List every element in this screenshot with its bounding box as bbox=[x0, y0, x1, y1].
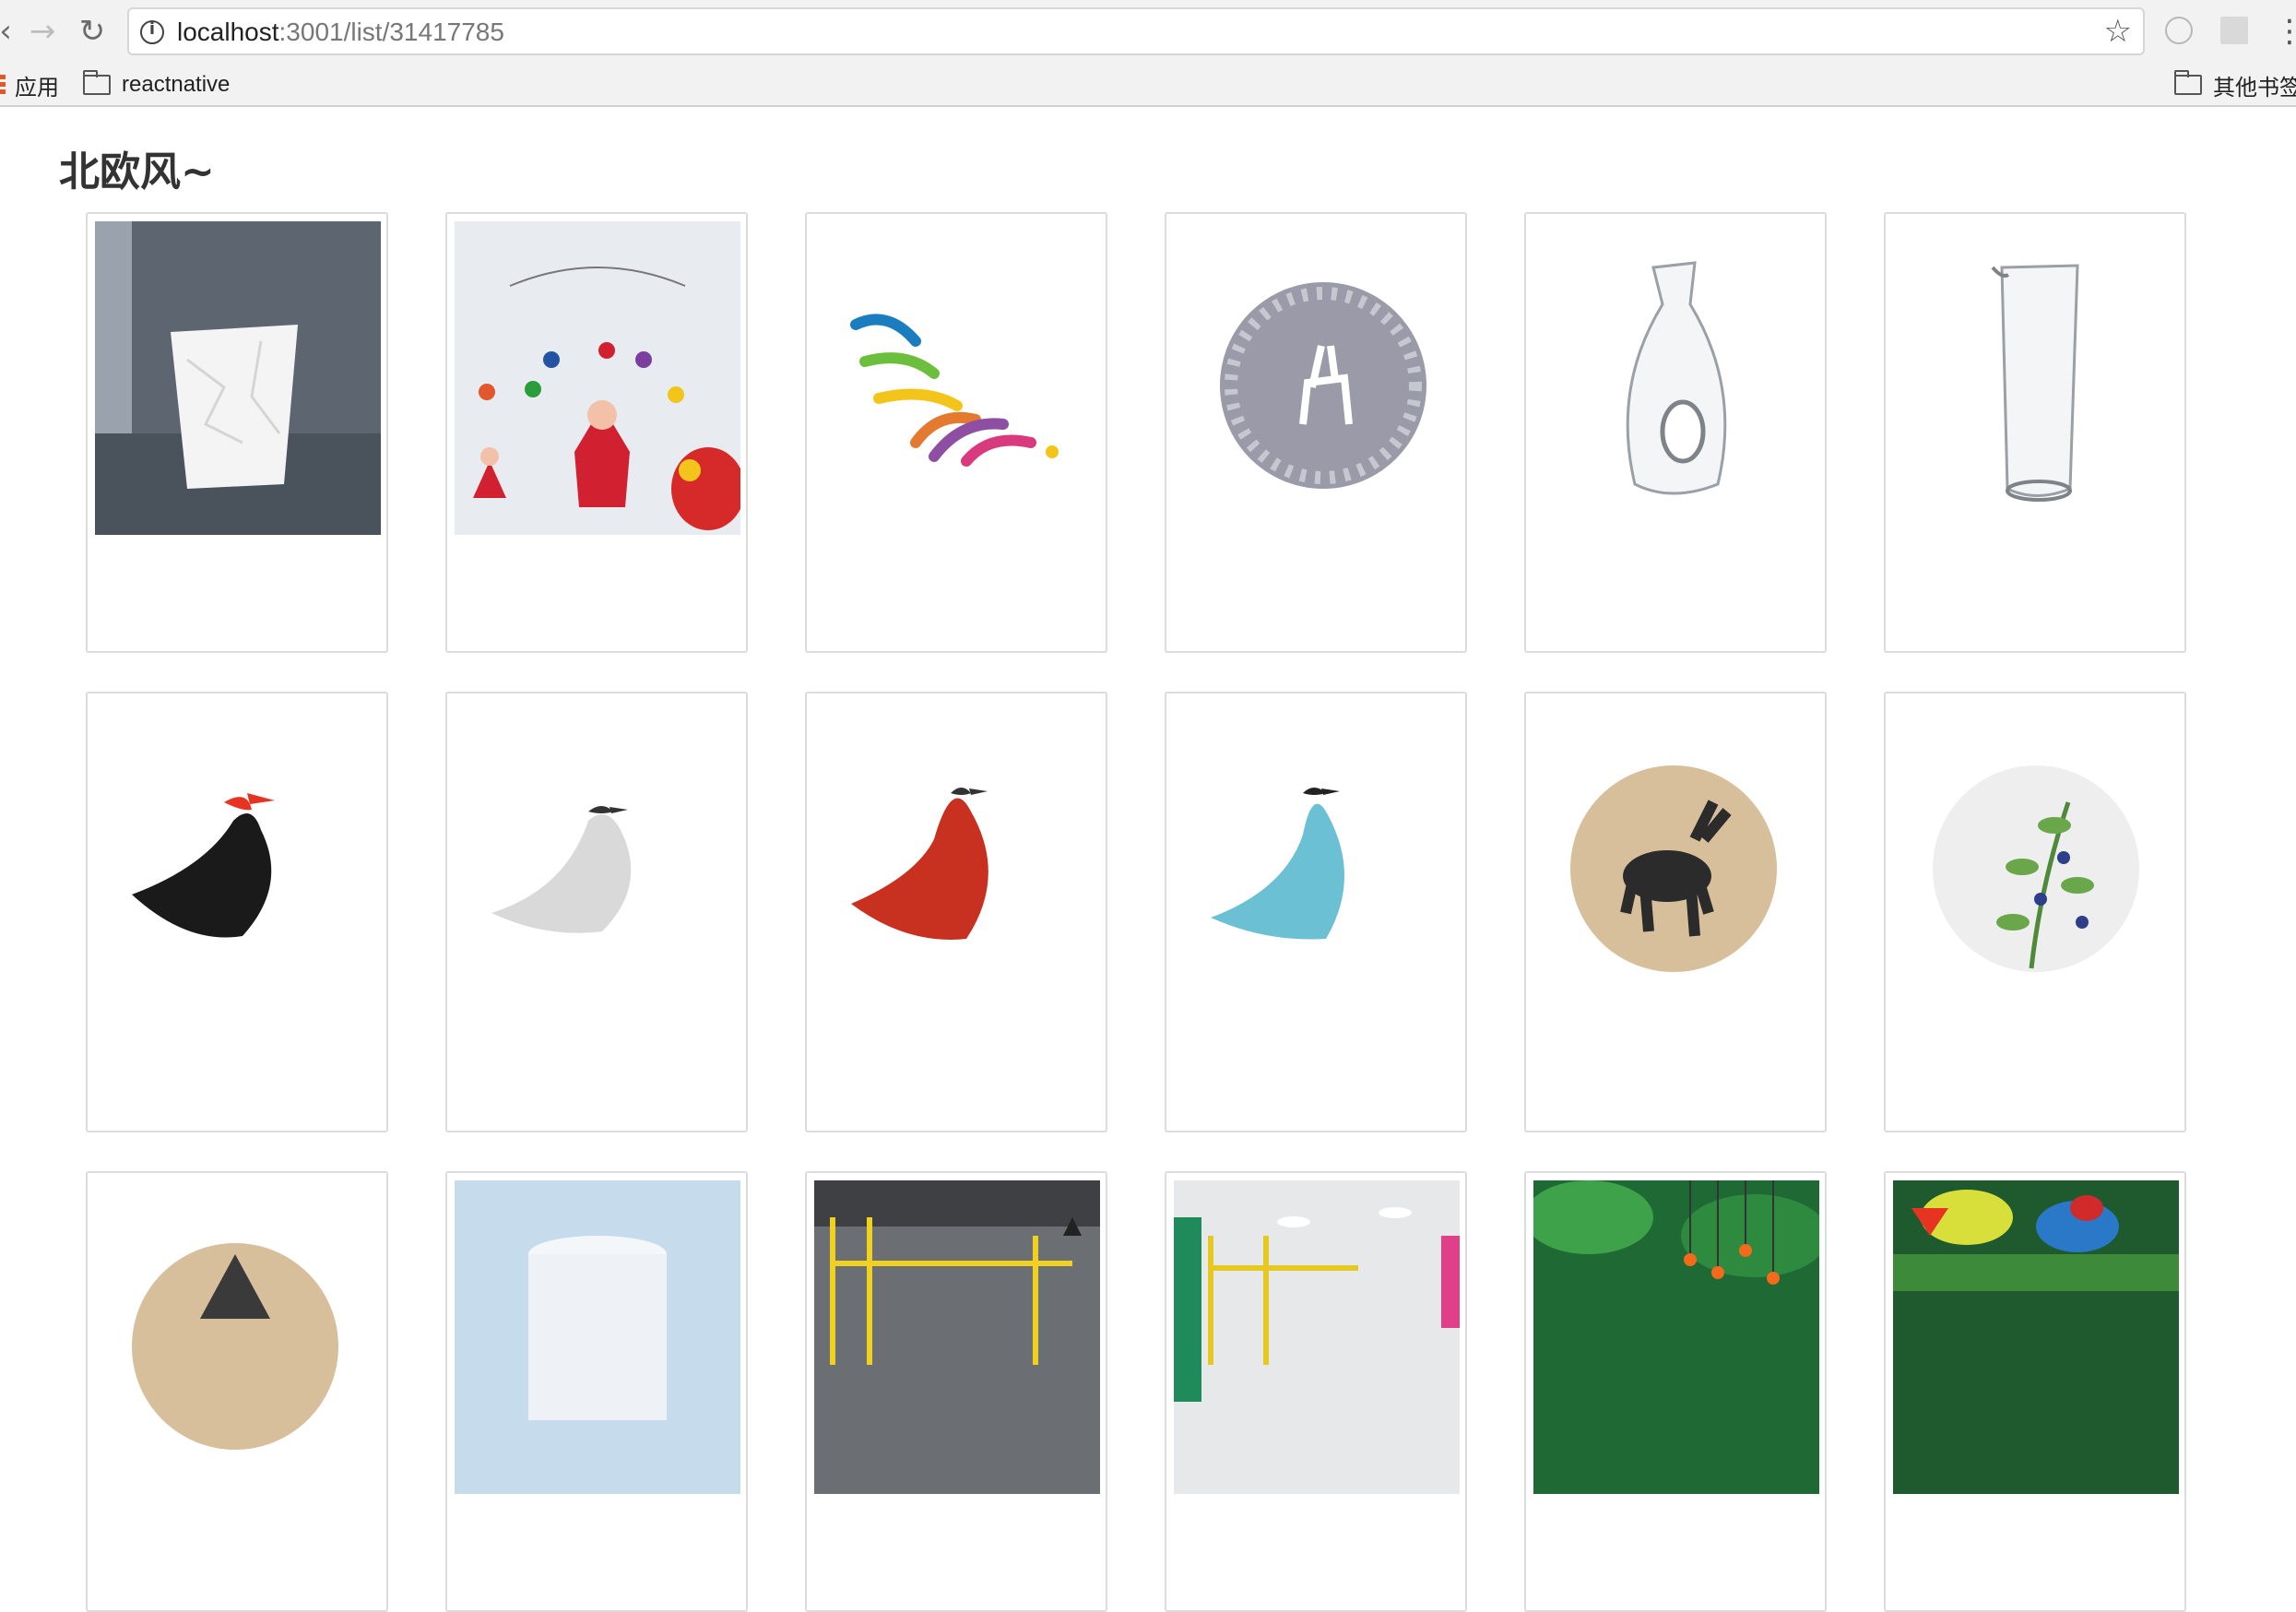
white-glass-bird-image bbox=[455, 701, 740, 1014]
extension-icon[interactable] bbox=[2165, 17, 2193, 44]
reload-icon[interactable]: ↻ bbox=[74, 13, 111, 50]
browser-menu-icon[interactable]: ⋮ bbox=[2274, 15, 2296, 48]
red-glass-bird-image bbox=[814, 701, 1100, 1014]
product-card[interactable] bbox=[445, 692, 748, 1132]
product-card[interactable] bbox=[805, 1171, 1107, 1612]
bookmark-apps[interactable]: 应用 bbox=[0, 70, 59, 101]
bookmark-other-label: 其他书签 bbox=[2213, 75, 2296, 101]
crumpled-paper-bin-image bbox=[95, 221, 381, 535]
product-card[interactable] bbox=[1884, 212, 2186, 653]
blueberry-tray-image bbox=[1893, 701, 2179, 1014]
bookmark-reactnative[interactable]: reactnative bbox=[83, 70, 230, 100]
page-title: 北欧风~ bbox=[59, 148, 215, 196]
folder-icon bbox=[2174, 70, 2202, 95]
green-lamp-room-image bbox=[1533, 1180, 1819, 1494]
rainbow-mobile-image bbox=[814, 221, 1100, 535]
deer-tray-image bbox=[1174, 221, 1460, 535]
address-url[interactable]: localhost:3001/list/31417785 bbox=[177, 18, 504, 47]
apps-grid-icon bbox=[0, 75, 6, 95]
product-card[interactable] bbox=[1165, 212, 1467, 653]
bookmark-star-icon[interactable]: ☆ bbox=[2104, 13, 2132, 50]
back-arrow-icon[interactable]: ‹ bbox=[0, 13, 24, 50]
url-path: :3001/list/31417785 bbox=[278, 18, 504, 46]
bookmark-other[interactable]: 其他书签 bbox=[2174, 70, 2296, 101]
yellow-scaffold-room-image bbox=[814, 1180, 1100, 1494]
product-card[interactable] bbox=[805, 692, 1107, 1132]
folder-icon bbox=[83, 70, 111, 95]
product-card[interactable] bbox=[86, 212, 388, 653]
product-card[interactable] bbox=[1165, 1171, 1467, 1612]
office-interior-image bbox=[1174, 1180, 1460, 1494]
bookmark-apps-label: 应用 bbox=[15, 75, 59, 101]
bookmarks-bar: 应用 reactnative 其他书签 bbox=[0, 63, 2296, 107]
stag-tray-image bbox=[1533, 701, 1819, 1014]
blue-glass-bird-image bbox=[1174, 701, 1460, 1014]
glass-carafe-image bbox=[1533, 221, 1819, 535]
product-card[interactable] bbox=[1884, 692, 2186, 1132]
browser-toolbar: ‹ → ↻ localhost:3001/list/31417785 ☆ ⋮ bbox=[0, 0, 2296, 63]
product-card[interactable] bbox=[1524, 1171, 1827, 1612]
product-card[interactable] bbox=[445, 212, 748, 653]
clown-mobile-image bbox=[455, 221, 740, 535]
product-card[interactable] bbox=[1165, 692, 1467, 1132]
wood-tray-image bbox=[95, 1180, 381, 1494]
product-card[interactable] bbox=[445, 1171, 748, 1612]
colorful-lamp-room-image bbox=[1893, 1180, 2179, 1494]
product-card[interactable] bbox=[1884, 1171, 2186, 1612]
address-bar[interactable]: localhost:3001/list/31417785 ☆ bbox=[127, 7, 2145, 55]
product-card[interactable] bbox=[86, 1171, 388, 1612]
forward-arrow-icon[interactable]: → bbox=[24, 13, 61, 50]
black-glass-bird-image bbox=[95, 701, 381, 1014]
glass-pitcher-image bbox=[1893, 221, 2179, 535]
es-extension-icon[interactable] bbox=[2220, 17, 2248, 44]
url-host: localhost bbox=[177, 18, 279, 46]
product-card[interactable] bbox=[805, 212, 1107, 653]
site-info-icon[interactable] bbox=[140, 19, 164, 44]
white-stool-image bbox=[455, 1180, 740, 1494]
product-card[interactable] bbox=[86, 692, 388, 1132]
product-card[interactable] bbox=[1524, 692, 1827, 1132]
bookmark-reactnative-label: reactnative bbox=[122, 72, 231, 97]
product-card[interactable] bbox=[1524, 212, 1827, 653]
